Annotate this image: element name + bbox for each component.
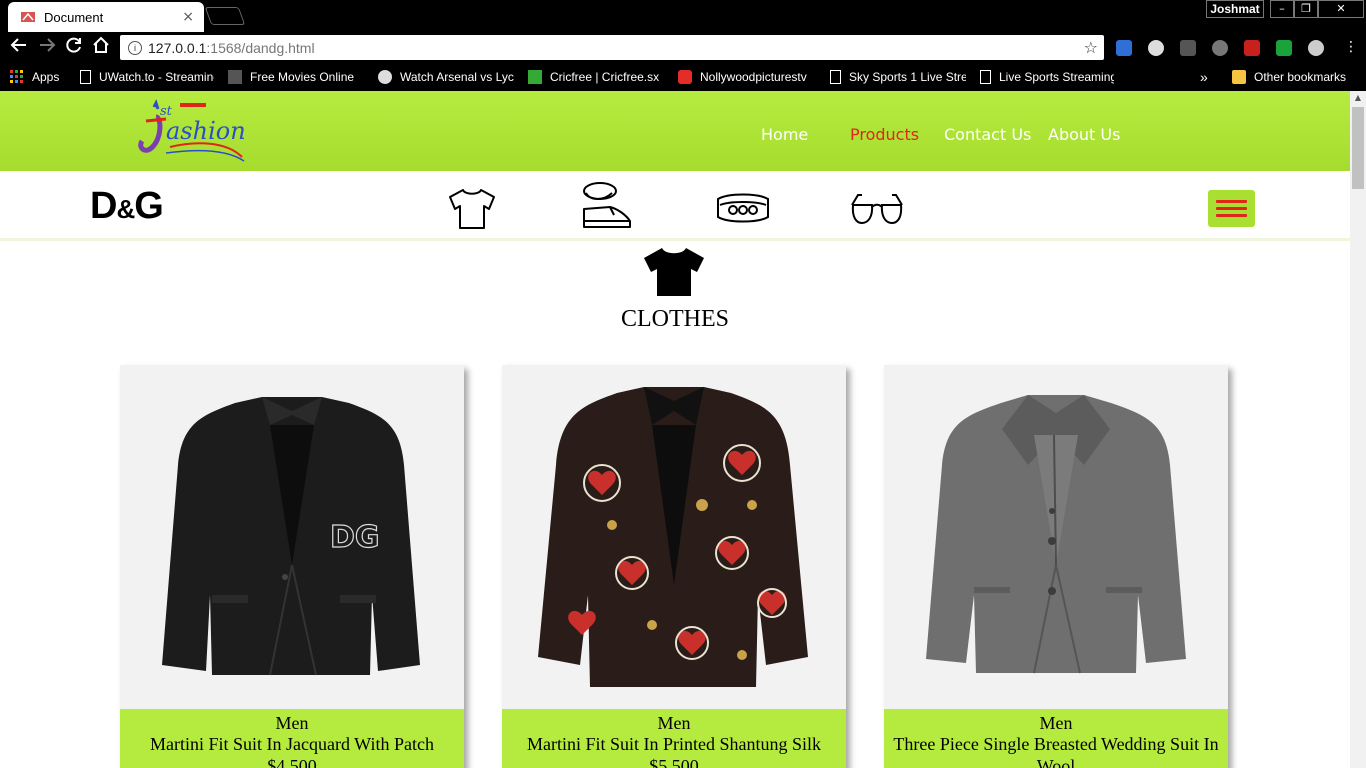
site-info-icon[interactable]: i (128, 40, 142, 55)
product-caption: Men Martini Fit Suit In Jacquard With Pa… (120, 709, 464, 768)
product-card[interactable]: Men Three Piece Single Breasted Wedding … (884, 365, 1228, 768)
bookmark-cricfree[interactable]: Cricfree | Cricfree.sx (528, 68, 660, 86)
new-tab-button[interactable] (204, 7, 246, 25)
scroll-thumb[interactable] (1352, 107, 1364, 189)
extension-screen-icon[interactable] (1116, 40, 1132, 56)
product-category: Men (275, 713, 309, 733)
product-image-wedding-suit[interactable] (884, 365, 1228, 709)
bookmarks-overflow-icon[interactable]: » (1200, 68, 1214, 86)
shirt-icon[interactable] (446, 187, 498, 231)
bookmarks-bar: Apps UWatch.to - Streaming Free Movies O… (0, 62, 1366, 91)
svg-text:DG: DG (330, 520, 380, 555)
svg-text:ashion: ashion (166, 117, 246, 145)
product-image-jacquard-suit[interactable]: DG (120, 365, 464, 709)
bookmark-apps[interactable]: Apps (10, 68, 70, 86)
bookmark-live-sports[interactable]: Live Sports Streaming (980, 68, 1114, 86)
product-category: Men (1039, 713, 1073, 733)
glasses-icon[interactable] (850, 191, 904, 227)
bookmark-nollywood[interactable]: Nollywoodpicturestv (678, 68, 816, 86)
restore-button[interactable]: ❐ (1294, 0, 1318, 18)
page-icon (830, 70, 841, 84)
page-icon (980, 70, 991, 84)
close-window-button[interactable]: ✕ (1318, 0, 1364, 18)
product-category: Men (657, 713, 691, 733)
tab-close-icon[interactable]: × (182, 9, 194, 25)
shoe-icon[interactable] (580, 179, 634, 235)
page-icon (80, 70, 91, 84)
product-card[interactable]: DG Men Martini Fit Suit In Jacquard With… (120, 365, 464, 768)
soccer-ball-icon (378, 70, 392, 84)
product-price: $5,500 (649, 756, 699, 768)
extension-cloud-icon[interactable] (1308, 40, 1324, 56)
product-name[interactable]: Martini Fit Suit In Printed Shantung Sil… (502, 733, 846, 755)
cricket-icon (528, 70, 542, 84)
folder-icon (1232, 70, 1246, 84)
page-viewport: st ashion Home Products Contact Us About… (0, 91, 1350, 768)
nav-contact-us[interactable]: Contact Us (944, 125, 1031, 144)
product-price: $4,500 (267, 756, 317, 768)
menu-toggle-button[interactable] (1208, 190, 1255, 227)
profile-button[interactable]: Joshmat (1206, 0, 1264, 18)
tab-title: Document (44, 9, 104, 25)
youtube-icon (678, 70, 692, 84)
reload-icon[interactable] (63, 36, 85, 58)
nav-home[interactable]: Home (761, 125, 808, 144)
product-caption: Men Martini Fit Suit In Printed Shantung… (502, 709, 846, 768)
site-logo[interactable]: st ashion (136, 97, 246, 163)
home-icon[interactable] (90, 36, 112, 58)
browser-titlebar: Document × Joshmat – ❐ ✕ (0, 0, 1366, 32)
section-title: CLOTHES (621, 306, 729, 332)
extension-ball-icon[interactable] (1148, 40, 1164, 56)
bookmark-arsenal[interactable]: Watch Arsenal vs Lyc (378, 68, 514, 86)
bookmark-uwatch[interactable]: UWatch.to - Streaming (80, 68, 214, 86)
forward-icon[interactable] (36, 36, 58, 58)
bookmark-free-movies[interactable]: Free Movies Online (228, 68, 368, 86)
site-favicon-icon (21, 12, 35, 22)
back-icon[interactable] (8, 36, 30, 58)
address-bar[interactable]: i 127.0.0.1:1568/dandg.html ☆ (120, 35, 1104, 60)
extension-java-icon[interactable] (1180, 40, 1196, 56)
bookmark-sky-sports[interactable]: Sky Sports 1 Live Stre (830, 68, 966, 86)
extension-flag-icon[interactable] (1276, 40, 1292, 56)
product-card[interactable]: Men Martini Fit Suit In Printed Shantung… (502, 365, 846, 768)
extension-sync-icon[interactable] (1212, 40, 1228, 56)
hamburger-line (1216, 200, 1247, 203)
product-image-printed-silk-suit[interactable] (502, 365, 846, 709)
hamburger-line (1216, 214, 1247, 217)
belt-icon[interactable] (716, 189, 770, 229)
extension-pdf-icon[interactable] (1244, 40, 1260, 56)
clothes-shirt-icon (644, 248, 704, 296)
minimize-button[interactable]: – (1270, 0, 1294, 18)
product-name[interactable]: Three Piece Single Breasted Wedding Suit… (884, 733, 1228, 768)
nav-about-us[interactable]: About Us (1048, 125, 1120, 144)
apps-grid-icon (10, 70, 23, 83)
hamburger-line (1216, 207, 1247, 210)
product-caption: Men Three Piece Single Breasted Wedding … (884, 709, 1228, 768)
page-scrollbar[interactable]: ▲ (1350, 91, 1366, 768)
browser-toolbar: i 127.0.0.1:1568/dandg.html ☆ ⋮ (0, 32, 1366, 62)
category-bar: D&G (0, 171, 1350, 241)
brand-logo[interactable]: D&G (90, 185, 164, 228)
site-header: st ashion Home Products Contact Us About… (0, 91, 1350, 171)
product-name[interactable]: Martini Fit Suit In Jacquard With Patch (120, 733, 464, 755)
bookmark-other[interactable]: Other bookmarks (1232, 68, 1362, 86)
address-url: 127.0.0.1:1568/dandg.html (148, 39, 315, 56)
menu-dots-icon[interactable]: ⋮ (1340, 36, 1362, 58)
film-icon (228, 70, 242, 84)
browser-tab[interactable]: Document × (8, 2, 204, 32)
bookmark-star-icon[interactable]: ☆ (1084, 38, 1098, 57)
scroll-up-icon[interactable]: ▲ (1350, 91, 1366, 105)
nav-products[interactable]: Products (850, 125, 919, 144)
